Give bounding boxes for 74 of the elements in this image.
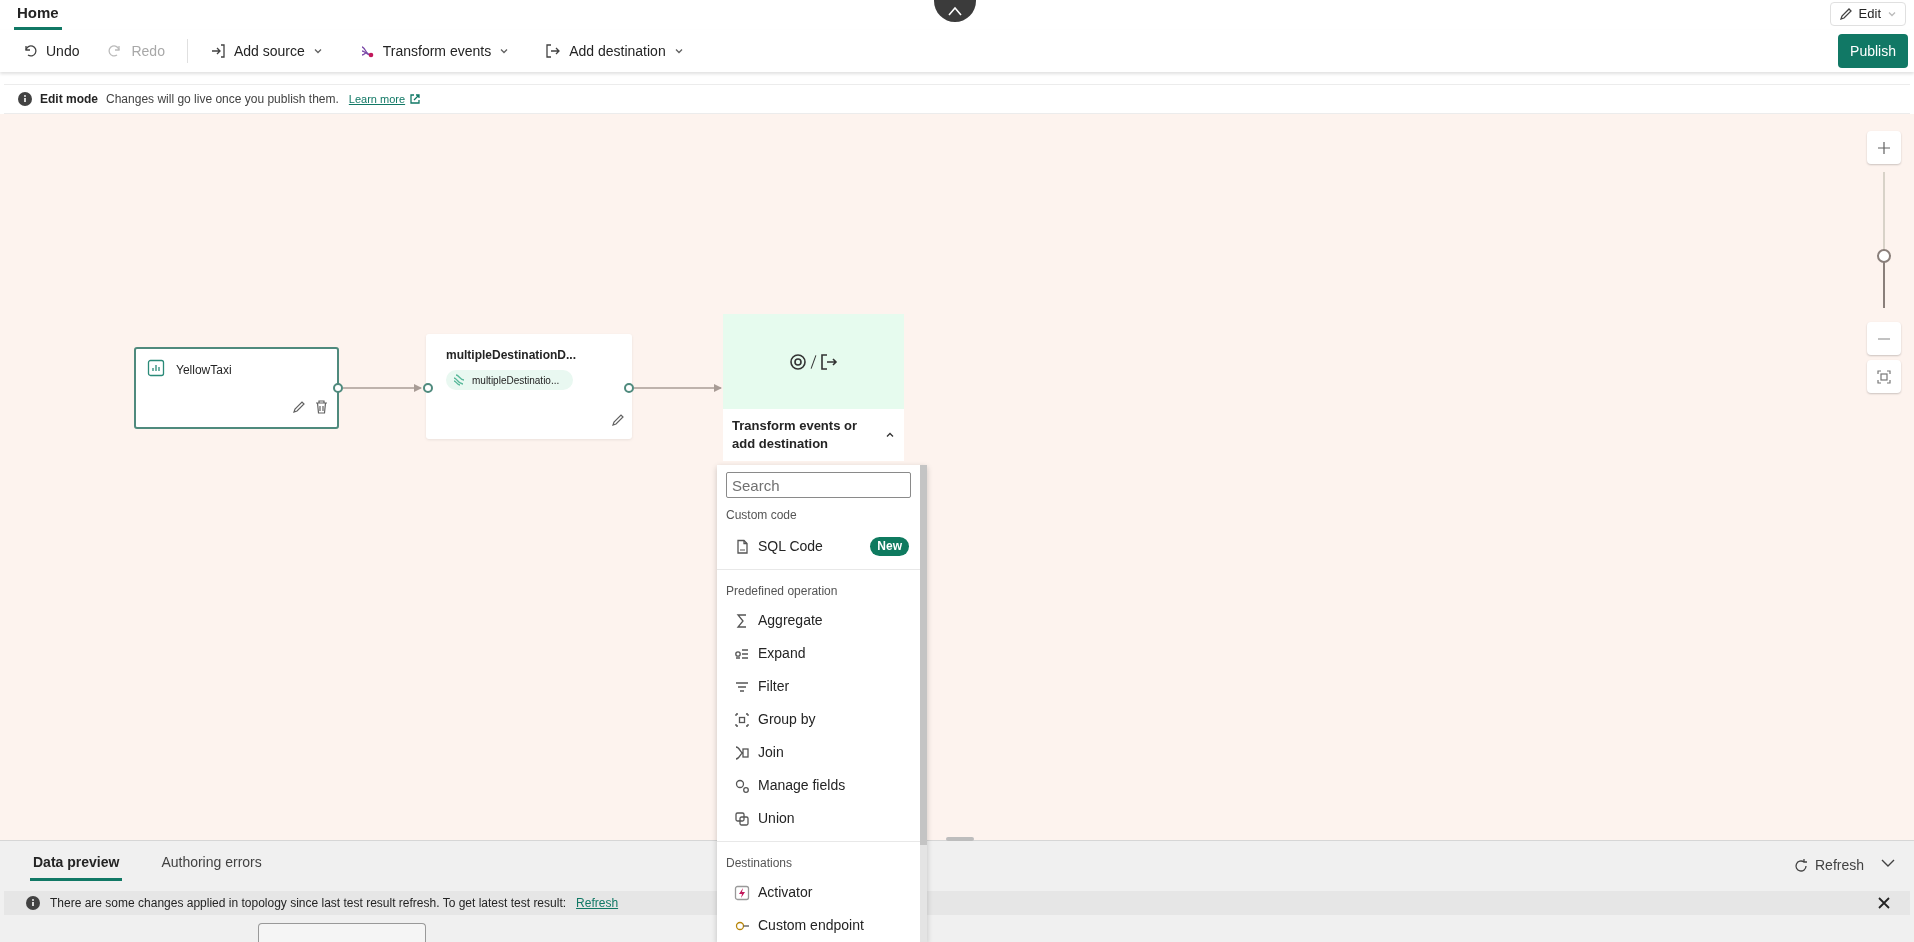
node-title: YellowTaxi xyxy=(176,362,232,379)
edit-icon[interactable] xyxy=(291,399,307,415)
source-node[interactable]: YellowTaxi xyxy=(134,347,339,429)
union-icon xyxy=(734,810,750,827)
refresh-button[interactable]: Refresh xyxy=(1793,855,1865,876)
connection-port[interactable] xyxy=(333,383,343,393)
resize-handle[interactable] xyxy=(946,837,974,841)
notice-message: There are some changes applied in topology since last test result refresh. To get latest test result: xyxy=(50,895,567,912)
info-icon xyxy=(18,92,32,106)
menu-item[interactable]: Join xyxy=(726,736,911,770)
join-icon xyxy=(734,744,750,761)
source-button[interactable]: Add source xyxy=(205,36,327,66)
plus-icon xyxy=(1877,140,1891,155)
menu-item[interactable]: Expand xyxy=(726,637,911,671)
section-heading: Custom code xyxy=(726,507,798,525)
zoom-slider-thumb[interactable] xyxy=(1877,249,1891,264)
arrow-out-of-box-icon xyxy=(820,352,838,371)
zoom-slider[interactable] xyxy=(1877,172,1891,308)
transform-button[interactable]: Transform events xyxy=(354,36,514,66)
input-field[interactable] xyxy=(258,923,426,942)
section-heading: Destinations xyxy=(726,855,794,872)
menu-item[interactable]: Group by xyxy=(726,703,911,737)
arrow-out-of-box-icon xyxy=(545,43,562,59)
panel-tab[interactable]: Data preview xyxy=(30,847,123,881)
edit-button[interactable]: Edit xyxy=(1829,2,1906,26)
undo-button[interactable]: Undo xyxy=(18,36,84,66)
delete-icon[interactable] xyxy=(314,399,329,415)
activator-icon xyxy=(734,884,750,901)
minus-icon xyxy=(1877,337,1891,340)
connection-port[interactable] xyxy=(624,383,634,393)
menu-item[interactable]: Aggregate xyxy=(726,604,911,638)
arrow-into-box-icon xyxy=(209,43,226,59)
menu-item[interactable]: Union xyxy=(726,802,911,836)
chevron-up-icon xyxy=(885,430,895,440)
publish-button[interactable]: Publish xyxy=(1838,34,1908,68)
chevron-down-icon xyxy=(499,46,510,56)
destination-button[interactable]: Add destination xyxy=(541,36,688,66)
scrollbar-thumb[interactable] xyxy=(920,465,927,845)
new-badge: New xyxy=(870,537,909,557)
fit-screen-icon xyxy=(1877,369,1891,384)
banner-title: Edit mode xyxy=(40,91,98,108)
menu-item[interactable]: Filter xyxy=(726,670,911,704)
fit-to-screen-button[interactable] xyxy=(1867,360,1901,393)
stream-node[interactable]: multipleDestinationD... multipleDestinatio... xyxy=(426,334,632,439)
group-icon xyxy=(734,711,750,728)
chevron-down-icon xyxy=(312,46,323,56)
search-field[interactable]: Search xyxy=(726,472,911,499)
pencil-icon xyxy=(1838,7,1853,21)
wave-lines-icon xyxy=(452,373,466,387)
menu-item[interactable]: Manage fields xyxy=(726,769,911,803)
undo-icon xyxy=(22,43,38,59)
chevron-down-icon xyxy=(1887,9,1897,19)
external-link-icon xyxy=(409,93,422,105)
panel-tab[interactable]: Authoring errors xyxy=(158,847,265,881)
refresh-icon xyxy=(1793,857,1809,874)
connection-port[interactable] xyxy=(423,383,433,393)
document-icon xyxy=(734,538,750,555)
edit-icon[interactable] xyxy=(610,412,626,428)
section-heading: Predefined operation xyxy=(726,583,839,601)
banner-message: Changes will go live once you publish them. xyxy=(106,91,339,108)
stream-chip: multipleDestinatio... xyxy=(446,370,574,390)
gears-icon xyxy=(734,777,750,794)
menu-item[interactable]: Custom endpoint xyxy=(726,909,911,942)
collapse-panel-button[interactable] xyxy=(1880,857,1896,869)
node-title: multipleDestinationD... xyxy=(446,347,576,364)
learn-more-link[interactable]: Learn more xyxy=(348,90,406,108)
menu-item[interactable]: Activator xyxy=(726,876,911,909)
info-icon xyxy=(26,896,40,910)
chart-icon xyxy=(147,359,165,377)
zoom-in-button[interactable] xyxy=(1867,131,1901,164)
refresh-link[interactable]: Refresh xyxy=(576,894,619,912)
chevron-down-icon xyxy=(673,46,684,56)
transform-or-destination-dropdown[interactable]: Transform events or add destination xyxy=(723,409,904,461)
menu-item[interactable]: SQL Code New xyxy=(726,530,911,564)
